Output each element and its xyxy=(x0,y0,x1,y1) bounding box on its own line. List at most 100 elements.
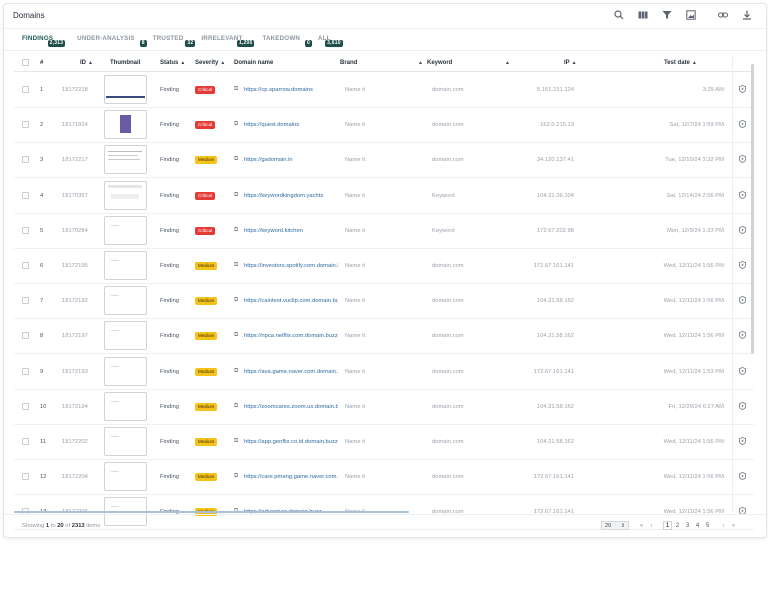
shield-icon[interactable] xyxy=(739,331,746,340)
row-checkbox[interactable] xyxy=(22,262,29,269)
domain-link[interactable]: https://gsdomain.in xyxy=(244,157,338,163)
thumbnail-image[interactable] xyxy=(104,75,147,104)
col-keyword[interactable]: Keyword ▲ xyxy=(427,60,511,66)
thumbnail-image[interactable] xyxy=(104,356,147,386)
shield-icon[interactable] xyxy=(739,366,746,375)
domain-link[interactable]: https://cp.sparrow.domains xyxy=(244,87,338,93)
page-button-2[interactable]: 2 xyxy=(673,521,682,530)
row-checkbox[interactable] xyxy=(22,121,29,129)
thumbnail-image[interactable] xyxy=(104,215,147,245)
domain-link[interactable]: https://quest.domains xyxy=(244,122,338,128)
external-link-icon[interactable]: ⧉ xyxy=(234,438,240,444)
shield-icon[interactable] xyxy=(739,437,746,445)
row-checkbox[interactable] xyxy=(22,367,29,375)
thumbnail-image[interactable] xyxy=(104,427,147,456)
external-link-icon[interactable]: ⧉ xyxy=(234,403,240,409)
thumbnail-image[interactable] xyxy=(104,110,147,140)
prev-page-button[interactable]: ‹ xyxy=(647,521,656,530)
tab-under-analysis[interactable]: UNDER-ANALYSIS 8 xyxy=(69,32,147,50)
image-icon[interactable] xyxy=(684,9,698,21)
domain-link[interactable]: https://zoomcares.zoom.us.domain.buzz xyxy=(244,404,338,410)
domain-link[interactable]: https://investors.spotify.com.domain.buz… xyxy=(244,263,338,269)
shield-icon[interactable] xyxy=(739,401,746,410)
table-row[interactable]: 4 18170357 Finding Critical ⧉ https://keyword… xyxy=(14,178,754,214)
external-link-icon[interactable]: ⧉ xyxy=(234,262,240,268)
table-row[interactable]: 10 18172194 Finding Medium ⧉ https://zoomcare… xyxy=(14,389,754,425)
page-button-3[interactable]: 3 xyxy=(683,521,692,530)
thumbnail-image[interactable] xyxy=(104,251,147,280)
page-button-5[interactable]: 5 xyxy=(703,521,712,530)
tab-trusted[interactable]: TRUSTED 32 xyxy=(145,32,196,50)
shield-icon[interactable] xyxy=(739,472,746,481)
table-row[interactable]: 12 18172204 Finding Medium ⧉ https://care.pma… xyxy=(14,459,754,496)
shield-icon[interactable] xyxy=(739,155,746,164)
external-link-icon[interactable]: ⧉ xyxy=(234,332,240,338)
table-row[interactable]: 9 18172193 Finding Medium ⧉ https://ava.game.… xyxy=(14,354,754,390)
external-link-icon[interactable]: ⧉ xyxy=(234,473,240,479)
page-size-select[interactable]: 20 ⇕ xyxy=(601,521,629,530)
row-checkbox[interactable] xyxy=(22,438,29,445)
external-link-icon[interactable]: ⧉ xyxy=(234,121,240,127)
vertical-scrollbar[interactable] xyxy=(751,64,754,354)
external-link-icon[interactable]: ⧉ xyxy=(234,156,240,162)
horizontal-scrollbar[interactable] xyxy=(14,511,409,513)
col-id[interactable]: ID ▲ xyxy=(80,60,93,66)
row-checkbox[interactable] xyxy=(22,473,29,481)
external-link-icon[interactable]: ⧉ xyxy=(234,192,240,198)
external-link-icon[interactable]: ⧉ xyxy=(234,297,240,303)
table-row[interactable]: 5 18170284 Finding Critical ⧉ https://keyword… xyxy=(14,213,754,249)
col-test-date[interactable]: Test date ▲ xyxy=(664,60,697,66)
last-page-button[interactable]: » xyxy=(729,521,738,530)
table-row[interactable]: 3 18172217 Finding Medium ⧉ https://gsdomain.… xyxy=(14,142,754,179)
table-row[interactable]: 11 18172202 Finding Medium ⧉ https://app.genf… xyxy=(14,424,754,460)
shield-icon[interactable] xyxy=(739,261,746,269)
col-status[interactable]: Status ▲ xyxy=(160,60,185,66)
thumbnail-image[interactable] xyxy=(104,145,147,175)
table-row[interactable]: 8 18172197 Finding Medium ⧉ https://npca.netf… xyxy=(14,318,754,355)
external-link-icon[interactable]: ⧉ xyxy=(234,86,240,92)
link-icon[interactable] xyxy=(716,9,730,21)
domain-link[interactable]: https://keyword.kitchen xyxy=(244,228,338,234)
table-row[interactable]: 1 18172218 Finding Critical ⧉ https://cp.spar… xyxy=(14,72,754,108)
columns-icon[interactable] xyxy=(636,9,650,21)
table-row[interactable]: 7 18172192 Finding Medium ⧉ https://caintest.… xyxy=(14,283,754,320)
col-domain[interactable]: Domain name xyxy=(234,60,273,66)
search-icon[interactable] xyxy=(612,9,626,21)
tab-findings[interactable]: FINDINGS 2,313 xyxy=(14,32,66,51)
col-brand[interactable]: Brand ▲ xyxy=(340,60,424,66)
shield-icon[interactable] xyxy=(739,296,746,305)
first-page-button[interactable]: « xyxy=(637,521,646,530)
table-row[interactable]: 2 18171924 Finding Critical ⧉ https://quest.d… xyxy=(14,107,754,144)
shield-icon[interactable] xyxy=(739,85,746,93)
domain-link[interactable]: https://npca.netflix.com.domain.buzz xyxy=(244,333,338,339)
thumbnail-image[interactable] xyxy=(104,391,147,421)
shield-icon[interactable] xyxy=(739,120,746,129)
row-checkbox[interactable] xyxy=(22,402,29,410)
tab-irrelevant[interactable]: IRRELEVANT 1,205 xyxy=(193,32,255,50)
page-button-1[interactable]: 1 xyxy=(663,521,672,530)
domain-link[interactable]: https://caintest.vuclip.com.domain.buzz xyxy=(244,298,338,304)
row-checkbox[interactable] xyxy=(22,156,29,164)
col-severity[interactable]: Severity ▲ xyxy=(195,60,225,66)
tab-takedown[interactable]: TAKEDOWN 0 xyxy=(254,32,313,50)
download-icon[interactable] xyxy=(740,9,754,21)
filter-icon[interactable] xyxy=(660,9,674,21)
thumbnail-image[interactable] xyxy=(104,286,147,316)
shield-icon[interactable] xyxy=(739,225,746,234)
page-button-4[interactable]: 4 xyxy=(693,521,702,530)
external-link-icon[interactable]: ⧉ xyxy=(234,368,240,374)
row-checkbox[interactable] xyxy=(22,332,29,340)
external-link-icon[interactable]: ⧉ xyxy=(234,227,240,233)
row-checkbox[interactable] xyxy=(22,191,29,199)
row-checkbox[interactable] xyxy=(22,297,29,305)
row-checkbox[interactable] xyxy=(22,86,29,93)
thumbnail-image[interactable] xyxy=(104,180,147,210)
select-all-checkbox[interactable] xyxy=(22,59,29,66)
col-ip[interactable]: IP ▲ xyxy=(564,60,577,66)
row-checkbox[interactable] xyxy=(22,226,29,234)
domain-link[interactable]: https://keywordkingdom.yachts xyxy=(244,193,338,199)
domain-link[interactable]: https://app.genflix.co.id.domain.buzz xyxy=(244,439,338,445)
thumbnail-image[interactable] xyxy=(104,462,147,492)
table-row[interactable]: 6 18172195 Finding Medium ⧉ https://investors… xyxy=(14,248,754,284)
tab-all[interactable]: ALL 3,610 xyxy=(310,32,343,50)
